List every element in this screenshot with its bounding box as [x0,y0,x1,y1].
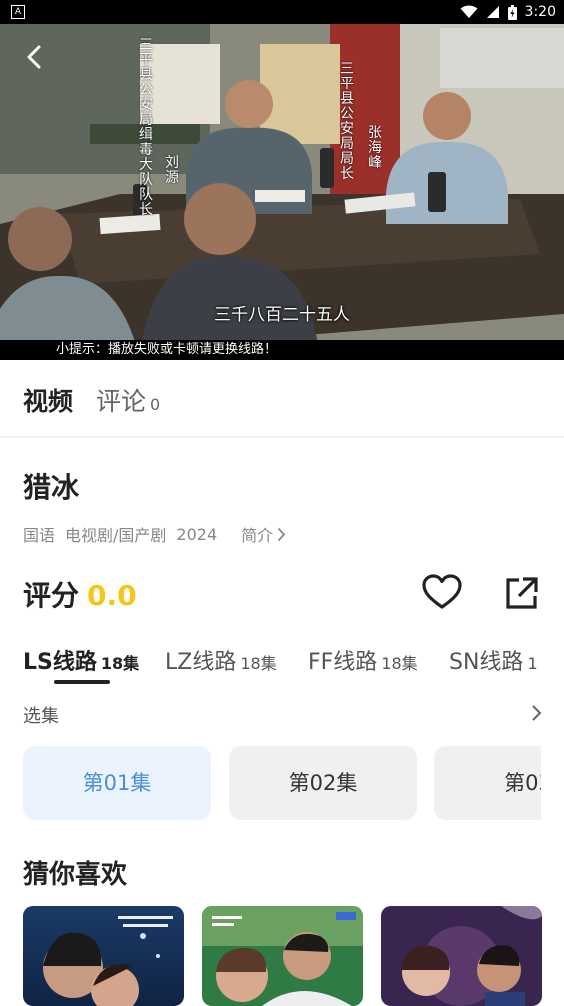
intro-label: 简介 [241,526,274,545]
source-tab-ls[interactable]: LS线路 18集 [23,644,139,676]
source-name: SN线路 [449,650,524,675]
show-year: 2024 [176,524,218,544]
source-episode-count: 1 [527,654,538,673]
source-name: LZ线路 [165,650,237,675]
comment-count: 0 [150,395,161,414]
video-subtitle: 三千八百二十五人 [214,305,350,325]
episode-button[interactable]: 第02集 [229,746,417,820]
rating-label: 评分 [23,579,80,612]
source-tab-ff[interactable]: FF线路 18集 [308,644,418,676]
back-arrow-icon[interactable] [20,42,50,72]
active-source-indicator [54,680,110,684]
wifi-icon [460,5,478,18]
episode-list: 第01集 第02集 第03 [23,746,541,822]
detail-tabs: 视频 评论 0 [0,360,564,438]
recommend-title: 猜你喜欢 [23,860,128,890]
source-episode-count: 18集 [100,654,140,673]
episode-picker-label: 选集 [23,706,59,727]
source-tab-lz[interactable]: LZ线路 18集 [165,644,277,676]
recommend-poster[interactable] [202,906,363,1006]
chevron-right-icon [532,705,542,721]
status-bar: A 3:20 [0,0,564,24]
show-language: 国语 [23,526,56,545]
source-episode-count: 18集 [381,654,418,673]
show-meta: 国语 电视剧/国产剧 2024 简介 [23,522,286,546]
signal-icon [486,6,499,18]
app-notification-icon: A [11,5,25,19]
show-title: 猎冰 [23,471,80,504]
rating-value: 0.0 [87,579,137,612]
source-name: FF线路 [308,650,378,675]
chevron-right-icon [277,527,286,541]
status-time: 3:20 [524,4,556,20]
caption-right-role: 三平县公安局局长 [340,61,354,182]
caption-left-name: 刘源 [165,155,179,186]
recommend-poster[interactable] [23,906,184,1006]
source-episode-count: 18集 [240,654,277,673]
caption-left-role: 三平县公安局缉毒大队队长 [139,37,153,218]
caption-right-name: 张海峰 [368,125,382,171]
share-icon[interactable] [503,574,541,612]
source-tab-sn[interactable]: SN线路 1 [449,644,538,676]
player-tip-bar: 小提示：播放失败或卡顿请更换线路！ [0,340,564,360]
rating: 评分 0.0 [23,574,137,614]
player-tip-text: 小提示：播放失败或卡顿请更换线路！ [56,342,278,357]
heart-icon[interactable] [421,573,463,611]
recommend-poster[interactable] [381,906,542,1006]
tab-comments[interactable]: 评论 0 [96,382,160,418]
show-category: 电视剧/国产剧 [65,526,167,545]
tab-comments-label: 评论 [96,387,147,416]
recommend-list [23,906,543,1006]
battery-icon [507,4,517,20]
video-player[interactable]: 三平县公安局缉毒大队队长 刘源 三平县公安局局长 张海峰 三千八百二十五人 小提… [0,24,564,360]
intro-link[interactable]: 简介 [241,522,286,546]
source-name: LS线路 [23,650,97,675]
episode-button[interactable]: 第01集 [23,746,211,820]
episode-button[interactable]: 第03 [434,746,541,820]
episode-picker-header[interactable]: 选集 [23,700,543,728]
tab-video[interactable]: 视频 [23,382,73,418]
